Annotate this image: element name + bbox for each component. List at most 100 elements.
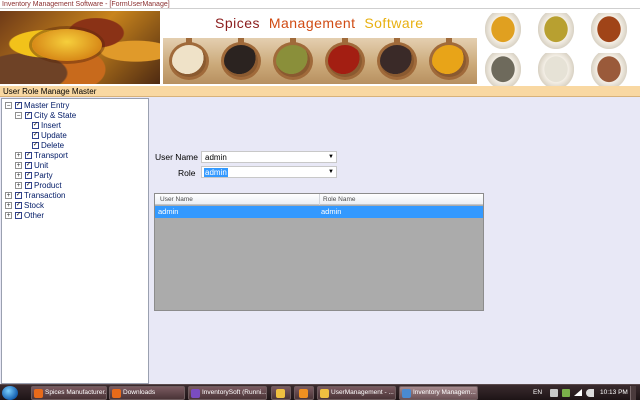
- spoon-image: [377, 38, 417, 80]
- user-name-combo[interactable]: admin ▼: [201, 151, 337, 163]
- master-header: User Role Manage Master: [0, 86, 640, 97]
- tree-node-label: Unit: [34, 161, 49, 170]
- checkbox-icon[interactable]: ✓: [32, 142, 39, 149]
- tree-node-label: Update: [41, 131, 67, 140]
- clock[interactable]: 10:13 PM: [600, 386, 628, 400]
- tree-node-label: Transaction: [24, 191, 66, 200]
- banner-title-software: Software: [364, 15, 424, 31]
- cell-role-name[interactable]: admin: [321, 206, 341, 218]
- taskbar-item-label: Inventory Managem...: [413, 389, 476, 396]
- visual-studio-icon: [191, 389, 200, 398]
- spice-powder-image: [485, 53, 521, 89]
- expand-icon[interactable]: +: [15, 182, 22, 189]
- tree-node-label: Master Entry: [24, 101, 70, 110]
- taskbar-item-spices-manufacturer[interactable]: Spices Manufacturer...: [31, 386, 107, 400]
- folder-icon: [320, 389, 329, 398]
- user-name-label: User Name: [155, 152, 198, 162]
- taskbar-item-label: UserManagement - ...: [331, 389, 394, 396]
- tree-node-label: Party: [34, 171, 53, 180]
- role-label: Role: [178, 168, 196, 178]
- user-name-value: admin: [205, 153, 227, 162]
- language-indicator[interactable]: EN: [533, 386, 542, 400]
- spoon-image: [221, 38, 261, 80]
- firefox-icon: [112, 389, 121, 398]
- expand-icon[interactable]: +: [5, 192, 12, 199]
- taskbar-item-media-player[interactable]: [294, 386, 314, 400]
- table-row[interactable]: admin admin: [155, 206, 483, 218]
- tree-node-label: Transport: [34, 151, 68, 160]
- chevron-down-icon[interactable]: ▼: [328, 153, 334, 162]
- expand-icon[interactable]: +: [15, 172, 22, 179]
- role-value: admin: [204, 168, 228, 177]
- expand-icon[interactable]: +: [5, 202, 12, 209]
- media-player-icon: [299, 389, 308, 398]
- spice-powder-image: [591, 53, 627, 89]
- banner-title-management: Management: [268, 15, 356, 31]
- role-combo[interactable]: admin ▼: [201, 166, 337, 178]
- taskbar-item-inventorysoft[interactable]: InventorySoft (Runni...: [188, 386, 267, 400]
- taskbar-item-downloads[interactable]: Downloads: [109, 386, 185, 400]
- spoon-image: [169, 38, 209, 80]
- spoon-image: [273, 38, 313, 80]
- checkbox-icon[interactable]: ✓: [15, 212, 22, 219]
- taskbar-item-inventory-management[interactable]: Inventory Managem...: [399, 386, 478, 400]
- window-title-bar[interactable]: Inventory Management Software - [FormUse…: [0, 0, 640, 9]
- network-icon[interactable]: [574, 389, 582, 396]
- spoon-image: [325, 38, 365, 80]
- taskbar-item-label: Spices Manufacturer...: [45, 389, 107, 396]
- tree-node-label: City & State: [34, 111, 77, 120]
- spoon-image: [429, 38, 469, 80]
- checkbox-icon[interactable]: ✓: [25, 162, 32, 169]
- start-button[interactable]: [2, 386, 18, 400]
- checkbox-icon[interactable]: ✓: [32, 122, 39, 129]
- spoons-image: [163, 38, 477, 84]
- taskbar-item-label: Downloads: [123, 389, 156, 396]
- tree-node-label: Delete: [41, 141, 65, 150]
- banner-title-spices: Spices: [215, 15, 261, 31]
- column-header-user-name[interactable]: User Name: [160, 194, 193, 205]
- taskbar-item-label: InventorySoft (Runni...: [202, 389, 267, 396]
- volume-icon[interactable]: [586, 389, 594, 397]
- checkbox-icon[interactable]: ✓: [15, 202, 22, 209]
- spice-bowls-image: [0, 11, 160, 84]
- checkbox-icon[interactable]: ✓: [15, 102, 22, 109]
- user-role-grid[interactable]: User Name Role Name admin admin: [154, 193, 484, 311]
- collapse-icon[interactable]: −: [5, 102, 12, 109]
- spice-powder-image: [538, 53, 574, 89]
- checkbox-icon[interactable]: ✓: [25, 172, 32, 179]
- permission-tree[interactable]: − ✓ Master Entry − ✓ City & State ✓ Inse…: [1, 98, 149, 384]
- tree-node-label: Product: [34, 181, 62, 190]
- tree-node-label: Other: [24, 211, 45, 220]
- cell-user-name[interactable]: admin: [158, 206, 178, 218]
- column-divider[interactable]: [319, 194, 320, 205]
- checkbox-icon[interactable]: ✓: [32, 132, 39, 139]
- battery-icon[interactable]: [562, 389, 570, 397]
- show-hidden-icons-icon[interactable]: [550, 389, 558, 397]
- checkbox-icon[interactable]: ✓: [25, 182, 32, 189]
- expand-icon[interactable]: +: [15, 162, 22, 169]
- tree-node-label: Insert: [41, 121, 62, 130]
- checkbox-icon[interactable]: ✓: [25, 152, 32, 159]
- taskbar: Spices Manufacturer... Downloads Invento…: [0, 384, 640, 400]
- window-title: Inventory Management Software - [FormUse…: [2, 1, 170, 8]
- checkbox-icon[interactable]: ✓: [25, 112, 32, 119]
- folder-icon: [276, 389, 285, 398]
- spice-powder-image: [485, 13, 521, 49]
- taskbar-item-explorer[interactable]: [271, 386, 291, 400]
- firefox-icon: [34, 389, 43, 398]
- chevron-down-icon[interactable]: ▼: [328, 168, 334, 177]
- column-header-role-name[interactable]: Role Name: [323, 194, 356, 205]
- app-window-icon: [402, 389, 411, 398]
- master-title: User Role Manage Master: [3, 87, 97, 96]
- spice-powder-image: [591, 13, 627, 49]
- grid-header: User Name Role Name: [155, 194, 483, 205]
- banner-title: Spices Management Software: [215, 15, 424, 31]
- tree-node-label: Stock: [24, 201, 45, 210]
- app-banner: Spices Management Software: [0, 9, 640, 89]
- expand-icon[interactable]: +: [5, 212, 12, 219]
- checkbox-icon[interactable]: ✓: [15, 192, 22, 199]
- show-desktop-button[interactable]: [630, 386, 636, 400]
- taskbar-item-usermanagement[interactable]: UserManagement - ...: [317, 386, 396, 400]
- expand-icon[interactable]: +: [15, 152, 22, 159]
- collapse-icon[interactable]: −: [15, 112, 22, 119]
